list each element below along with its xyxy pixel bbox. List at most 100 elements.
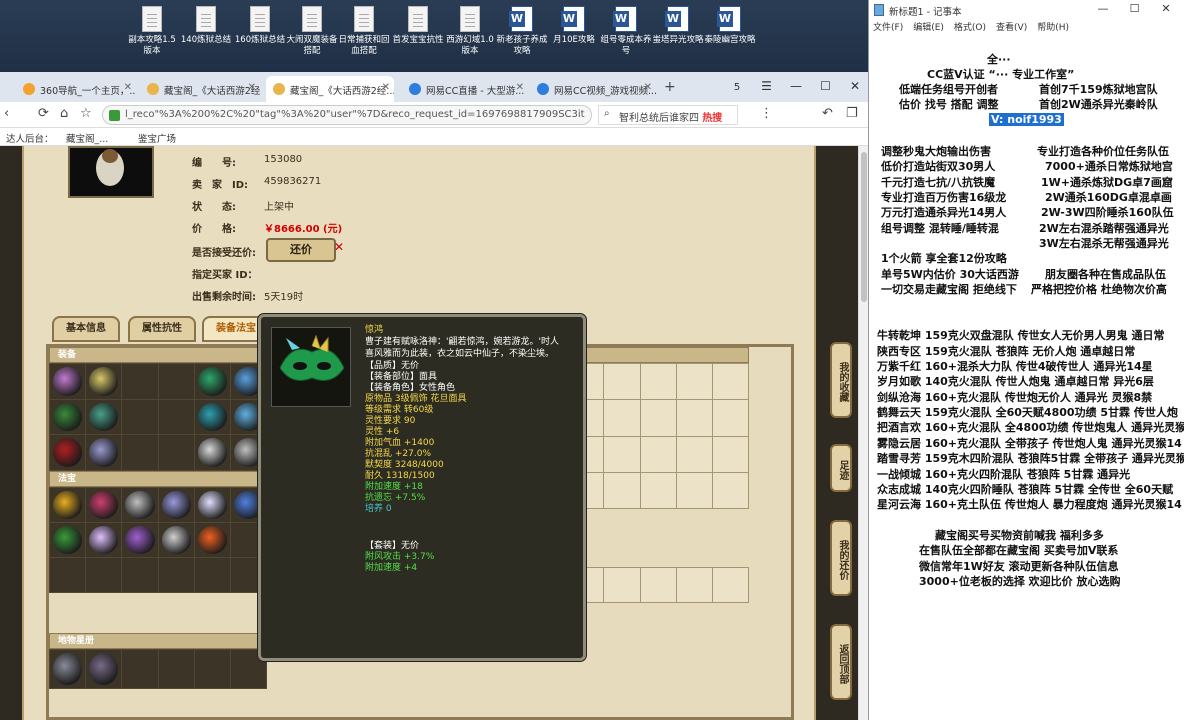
treasure-slot[interactable]: [194, 523, 230, 557]
album-slot[interactable]: [86, 650, 122, 688]
inventory-slot[interactable]: [712, 400, 748, 436]
equip-slot[interactable]: [194, 435, 230, 470]
treasure-slot[interactable]: [194, 488, 230, 522]
desktop-icon[interactable]: 副本攻略1.5版本: [126, 6, 178, 57]
offer-button[interactable]: 还价: [266, 238, 336, 262]
equip-slot[interactable]: [50, 435, 86, 470]
album-slot[interactable]: [122, 650, 158, 688]
desktop-icon[interactable]: 西游幻域1.0版本: [444, 6, 496, 57]
equip-slot[interactable]: [86, 364, 122, 399]
equip-slot[interactable]: [50, 364, 86, 399]
close-tab-icon[interactable]: ✕: [248, 82, 256, 93]
inventory-slot[interactable]: [712, 568, 748, 602]
equip-slot[interactable]: [158, 364, 194, 399]
desktop-icon[interactable]: 大闹双魔装备搭配: [286, 6, 338, 57]
close-tab-icon[interactable]: ✕: [516, 82, 524, 93]
inventory-slot[interactable]: [604, 400, 640, 436]
np-maximize-icon[interactable]: ☐: [1121, 2, 1149, 15]
inventory-slot[interactable]: [604, 364, 640, 400]
np-close-icon[interactable]: ✕: [1152, 2, 1180, 15]
desktop-icon[interactable]: 蚩塔异光攻略: [652, 6, 704, 46]
tab-count-badge[interactable]: 5: [724, 74, 750, 102]
desktop-icon[interactable]: 140炼狱总结: [180, 6, 232, 46]
address-bar[interactable]: l_reco"%3A%200%2C%20"tag"%3A%20"user"%7D…: [102, 105, 592, 125]
inventory-slot[interactable]: [640, 436, 676, 472]
notepad-menu-item[interactable]: 编辑(E): [913, 23, 944, 33]
desktop-icon[interactable]: 首发宝宝抗性: [392, 6, 444, 46]
desktop-icon[interactable]: 月10E攻略: [548, 6, 600, 46]
inventory-slot[interactable]: [712, 436, 748, 472]
treasure-slot[interactable]: [50, 488, 86, 522]
inventory-slot[interactable]: [640, 364, 676, 400]
inventory-slot[interactable]: [712, 472, 748, 508]
my-offers-button[interactable]: 我的还价: [830, 520, 852, 596]
notepad-menu-item[interactable]: 帮助(H): [1037, 23, 1069, 33]
desktop-icon[interactable]: 160炼狱总结: [234, 6, 286, 46]
inventory-slot[interactable]: [676, 472, 712, 508]
treasure-slot[interactable]: [50, 523, 86, 557]
back-to-top-button[interactable]: 返回顶部: [830, 624, 852, 700]
new-tab-button[interactable]: +: [664, 79, 676, 95]
equip-slot[interactable]: [122, 435, 158, 470]
close-tab-icon[interactable]: ✕: [382, 82, 390, 93]
close-tab-icon[interactable]: ✕: [644, 82, 652, 93]
inventory-slot[interactable]: [676, 436, 712, 472]
equip-slot[interactable]: [158, 435, 194, 470]
treasure-slot[interactable]: [158, 488, 194, 522]
treasure-slot[interactable]: [194, 558, 230, 592]
inventory-slot[interactable]: [604, 568, 640, 602]
bookmark-3[interactable]: 鉴宝广场: [138, 131, 176, 145]
inventory-slot[interactable]: [676, 400, 712, 436]
treasure-slot[interactable]: [50, 558, 86, 592]
home-icon[interactable]: ⌂: [60, 106, 68, 121]
browser-tab[interactable]: 网易CC直播 - 大型游... ✕: [402, 76, 528, 102]
inventory-slot[interactable]: [604, 436, 640, 472]
treasure-slot[interactable]: [86, 488, 122, 522]
star-icon[interactable]: ☆: [80, 106, 92, 121]
inventory-slot[interactable]: [640, 568, 676, 602]
favorites-button[interactable]: 我的收藏: [830, 342, 852, 418]
minimize-icon[interactable]: —: [783, 72, 809, 100]
treasure-slot[interactable]: [86, 523, 122, 557]
bookmark-2[interactable]: 藏宝阁_...: [66, 131, 108, 145]
treasure-slot[interactable]: [122, 558, 158, 592]
treasure-slot[interactable]: [158, 523, 194, 557]
undo-icon[interactable]: ↶: [822, 106, 833, 121]
desktop-icon[interactable]: 日常捕获和回血搭配: [338, 6, 390, 57]
maximize-icon[interactable]: ☐: [813, 72, 839, 100]
browser-tab[interactable]: 藏宝阁_《大话西游2经... ✕: [140, 76, 260, 102]
inventory-slot[interactable]: [604, 472, 640, 508]
footprint-button[interactable]: 足迹: [830, 444, 852, 492]
page-scrollbar[interactable]: [858, 146, 868, 720]
desktop-icon[interactable]: 新老孩子养成攻略: [496, 6, 548, 57]
game-tab[interactable]: 基本信息: [52, 316, 120, 342]
notepad-text-area[interactable]: 全··· CC蓝V认证 “··· 专业工作室” 低端任务组号开创者 首创7千159炼狱…: [869, 36, 1184, 720]
extensions-icon[interactable]: ⋮: [760, 106, 773, 121]
treasure-slot[interactable]: [86, 558, 122, 592]
bookmark-1[interactable]: 达人后台：: [6, 131, 54, 145]
notepad-menu-item[interactable]: 文件(F): [873, 23, 903, 33]
inventory-slot[interactable]: [640, 400, 676, 436]
back-icon[interactable]: ‹: [4, 106, 9, 121]
browser-tab[interactable]: 藏宝阁_《大话西游2经... ✕: [266, 76, 394, 102]
equip-slot[interactable]: [122, 364, 158, 399]
close-tab-icon[interactable]: ✕: [124, 82, 132, 93]
equip-slot[interactable]: [194, 364, 230, 399]
album-slot[interactable]: [50, 650, 86, 688]
browser-tab[interactable]: 网易CC视频_游戏视频... ✕: [530, 76, 656, 102]
equip-slot[interactable]: [50, 399, 86, 435]
browser-tab[interactable]: 360导航_一个主页，... ✕: [16, 76, 136, 102]
copy-icon[interactable]: ❐: [846, 106, 858, 121]
inventory-slot[interactable]: [676, 568, 712, 602]
desktop-icon[interactable]: 秦陵幽宫攻略: [704, 6, 756, 46]
game-tab[interactable]: 属性抗性: [128, 316, 196, 342]
equip-slot[interactable]: [158, 399, 194, 435]
equip-slot[interactable]: [194, 399, 230, 435]
inventory-slot[interactable]: [676, 364, 712, 400]
inventory-slot[interactable]: [640, 472, 676, 508]
notepad-menu-item[interactable]: 格式(O): [954, 23, 986, 33]
album-slot[interactable]: [194, 650, 230, 688]
refresh-icon[interactable]: ⟳: [38, 106, 49, 121]
treasure-slot[interactable]: [122, 488, 158, 522]
np-minimize-icon[interactable]: —: [1089, 2, 1117, 15]
